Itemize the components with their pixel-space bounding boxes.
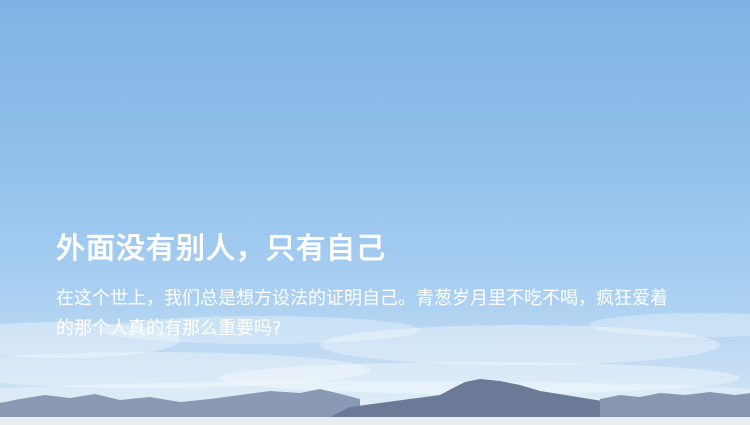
hero-content: 外面没有别人，只有自己 在这个世上，我们总是想方设法的证明自己。青葱岁月里不吃不… [56, 226, 696, 344]
headline: 外面没有别人，只有自己 [56, 231, 387, 265]
body-text: 在这个世上，我们总是想方设法的证明自己。青葱岁月里不吃不喝，疯狂爱着的那个人真的… [56, 288, 668, 339]
mountain-range [0, 379, 750, 425]
hero-banner: 外面没有别人，只有自己 在这个世上，我们总是想方设法的证明自己。青葱岁月里不吃不… [0, 0, 750, 425]
